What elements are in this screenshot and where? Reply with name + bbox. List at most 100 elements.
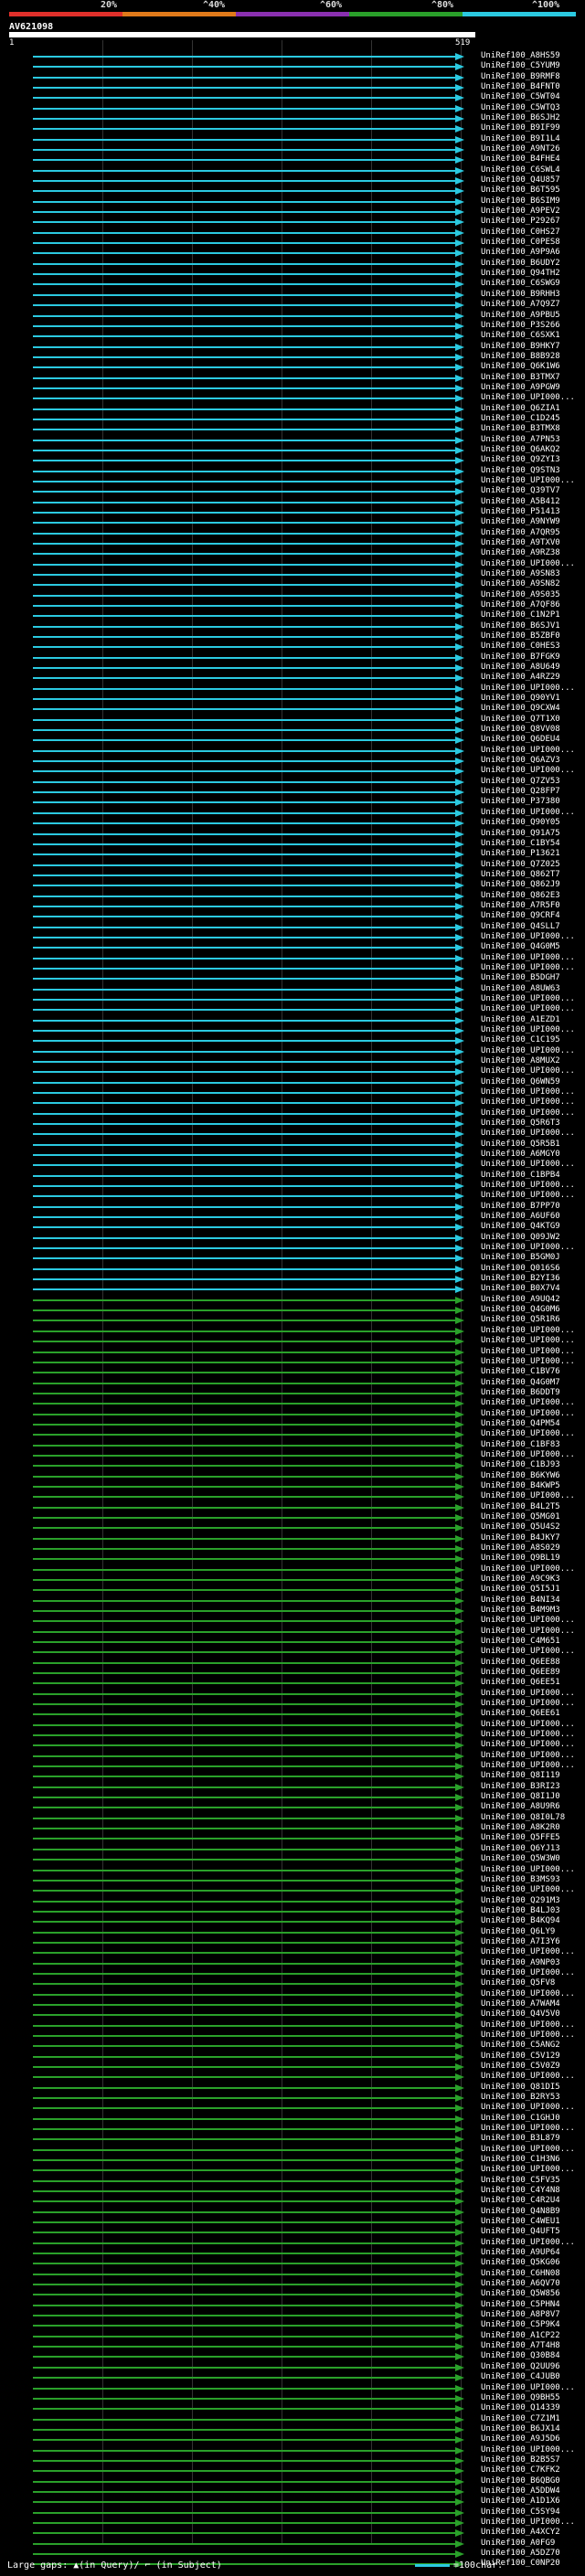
hit-row[interactable]	[33, 2001, 464, 2009]
hit-label-link[interactable]: UniRef100_B6QBG0	[481, 2477, 560, 2486]
hit-row[interactable]	[33, 313, 464, 320]
hit-label-link[interactable]: UniRef100_A4XCY2	[481, 2528, 560, 2537]
hit-row[interactable]	[33, 1421, 464, 1428]
hit-row[interactable]	[33, 1400, 464, 1407]
hit-row[interactable]	[33, 2115, 464, 2123]
hit-row[interactable]	[33, 831, 464, 838]
hit-row[interactable]	[33, 768, 464, 775]
hit-label-link[interactable]: UniRef100_UPI000...	[481, 1129, 575, 1138]
hit-row[interactable]	[33, 612, 464, 620]
hit-row[interactable]	[33, 841, 464, 848]
hit-row[interactable]	[33, 2385, 464, 2392]
hit-label-link[interactable]: UniRef100_UPI000...	[481, 1088, 575, 1097]
hit-label-link[interactable]: UniRef100_B6KYW6	[481, 1472, 560, 1480]
hit-label-link[interactable]: UniRef100_C1H3N6	[481, 2156, 560, 2164]
hit-label-link[interactable]: UniRef100_UPI000...	[481, 1700, 575, 1708]
hit-label-link[interactable]: UniRef100_Q4U857	[481, 176, 560, 185]
hit-row[interactable]	[33, 416, 464, 423]
hit-label-link[interactable]: UniRef100_Q5R1R6	[481, 1316, 560, 1324]
hit-row[interactable]	[33, 1742, 464, 1749]
hit-row[interactable]	[33, 2198, 464, 2205]
hit-label-link[interactable]: UniRef100_A8HS59	[481, 52, 560, 60]
hit-row[interactable]	[33, 1545, 464, 1553]
hit-label-link[interactable]: UniRef100_C5ANG2	[481, 2041, 560, 2050]
hit-label-link[interactable]: UniRef100_C4Y4N8	[481, 2187, 560, 2195]
hit-row[interactable]	[33, 1214, 464, 1221]
hit-row[interactable]	[33, 1846, 464, 1853]
hit-label-link[interactable]: UniRef100_A7R5F0	[481, 902, 560, 910]
hit-row[interactable]	[33, 893, 464, 900]
hit-row[interactable]	[33, 1617, 464, 1625]
hit-label-link[interactable]: UniRef100_B4KWP5	[481, 1482, 560, 1490]
hit-label-link[interactable]: UniRef100_Q862T7	[481, 871, 560, 879]
hit-label-link[interactable]: UniRef100_UPI000...	[481, 1161, 575, 1169]
hit-label-link[interactable]: UniRef100_A9NP03	[481, 1959, 560, 1967]
hit-row[interactable]	[33, 354, 464, 361]
hit-row[interactable]	[33, 903, 464, 910]
hit-row[interactable]	[33, 2147, 464, 2154]
hit-row[interactable]	[33, 1120, 464, 1128]
hit-label-link[interactable]: UniRef100_A8UW63	[481, 985, 560, 993]
hit-row[interactable]	[33, 115, 464, 122]
hit-label-link[interactable]: UniRef100_UPI000...	[481, 2146, 575, 2154]
hit-row[interactable]	[33, 292, 464, 299]
hit-row[interactable]	[33, 84, 464, 91]
hit-label-link[interactable]: UniRef100_B6SJV1	[481, 622, 560, 631]
hit-label-link[interactable]: UniRef100_UPI000...	[481, 2384, 575, 2392]
hit-row[interactable]	[33, 592, 464, 599]
hit-row[interactable]	[33, 1006, 464, 1013]
hit-label-link[interactable]: UniRef100_Q5W3W0	[481, 1855, 560, 1863]
hit-row[interactable]	[33, 2157, 464, 2164]
hit-row[interactable]	[33, 1473, 464, 1480]
hit-row[interactable]	[33, 716, 464, 724]
hit-label-link[interactable]: UniRef100_UPI000...	[481, 1741, 575, 1749]
hit-label-link[interactable]: UniRef100_B4JKY7	[481, 1534, 560, 1542]
hit-label-link[interactable]: UniRef100_B4M9M3	[481, 1606, 560, 1615]
hit-row[interactable]	[33, 1255, 464, 1262]
hit-row[interactable]	[33, 1110, 464, 1118]
hit-row[interactable]	[33, 1980, 464, 1988]
hit-row[interactable]	[33, 146, 464, 154]
hit-row[interactable]	[33, 2073, 464, 2081]
hit-row[interactable]	[33, 2042, 464, 2050]
hit-row[interactable]	[33, 975, 464, 982]
hit-label-link[interactable]: UniRef100_UPI000...	[481, 2031, 575, 2040]
hit-label-link[interactable]: UniRef100_C0PES8	[481, 239, 560, 247]
hit-row[interactable]	[33, 1245, 464, 1252]
hit-row[interactable]	[33, 882, 464, 889]
hit-label-link[interactable]: UniRef100_Q4KTG9	[481, 1223, 560, 1231]
hit-label-link[interactable]: UniRef100_A8P8V7	[481, 2311, 560, 2319]
hit-label-link[interactable]: UniRef100_Q90YV1	[481, 694, 560, 703]
hit-row[interactable]	[33, 1711, 464, 1718]
hit-row[interactable]	[33, 260, 464, 268]
hit-label-link[interactable]: UniRef100_Q9STN3	[481, 467, 560, 475]
hit-label-link[interactable]: UniRef100_C4JUB0	[481, 2373, 560, 2381]
hit-row[interactable]	[33, 1856, 464, 1863]
hit-label-link[interactable]: UniRef100_A5DDW4	[481, 2487, 560, 2496]
hit-label-link[interactable]: UniRef100_B2YI36	[481, 1275, 560, 1283]
hit-label-link[interactable]: UniRef100_UPI000...	[481, 954, 575, 962]
hit-label-link[interactable]: UniRef100_Q6DEU4	[481, 736, 560, 744]
hit-label-link[interactable]: UniRef100_UPI000...	[481, 1492, 575, 1500]
hit-label-link[interactable]: UniRef100_UPI000...	[481, 2518, 575, 2527]
hit-row[interactable]	[33, 2364, 464, 2371]
hit-row[interactable]	[33, 1172, 464, 1180]
hit-row[interactable]	[33, 1058, 464, 1065]
hit-row[interactable]	[33, 499, 464, 506]
hit-row[interactable]	[33, 1991, 464, 1998]
hit-row[interactable]	[33, 851, 464, 858]
hit-row[interactable]	[33, 53, 464, 60]
hit-row[interactable]	[33, 2209, 464, 2216]
hit-row[interactable]	[33, 1597, 464, 1605]
hit-row[interactable]	[33, 1586, 464, 1594]
hit-label-link[interactable]: UniRef100_A9C9K3	[481, 1575, 560, 1584]
hit-label-link[interactable]: UniRef100_UPI000...	[481, 1866, 575, 1874]
hit-label-link[interactable]: UniRef100_UPI000...	[481, 933, 575, 941]
hit-label-link[interactable]: UniRef100_A9PBU5	[481, 312, 560, 320]
hit-label-link[interactable]: UniRef100_UPI000...	[481, 1721, 575, 1729]
hit-label-link[interactable]: UniRef100_A4RZ29	[481, 673, 560, 682]
hit-label-link[interactable]: UniRef100_A7T4H8	[481, 2342, 560, 2350]
hit-row[interactable]	[33, 2519, 464, 2527]
hit-row[interactable]	[33, 1130, 464, 1138]
hit-row[interactable]	[33, 1722, 464, 1729]
